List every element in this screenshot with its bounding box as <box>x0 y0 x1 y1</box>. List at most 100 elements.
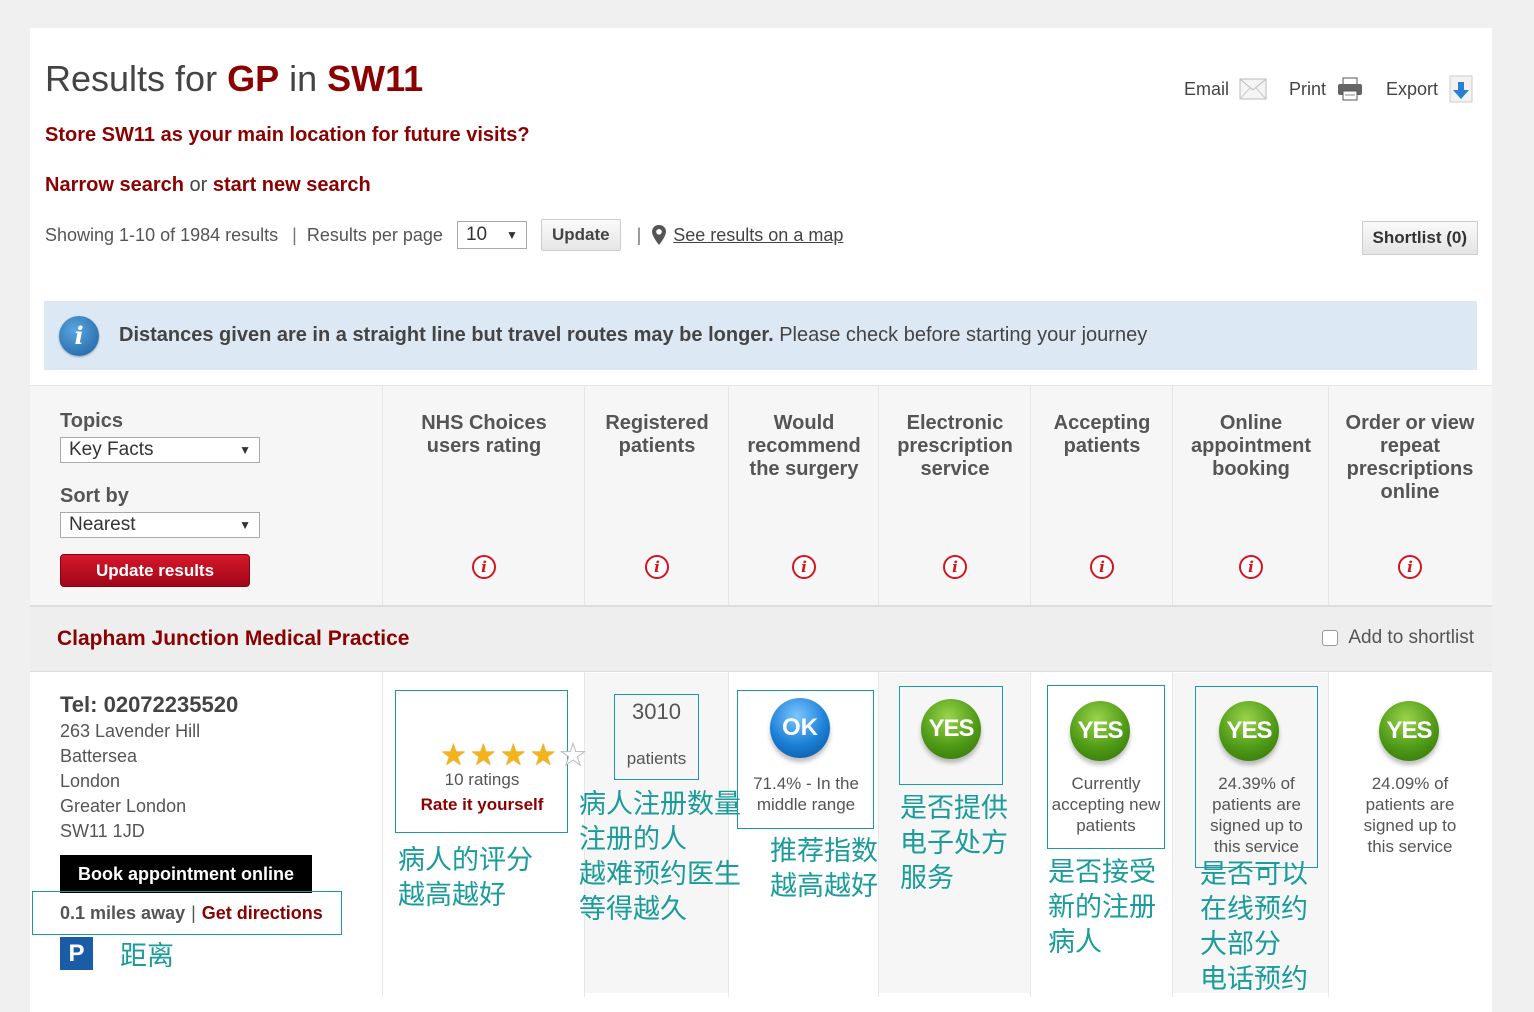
add-to-shortlist-label: Add to shortlist <box>1348 627 1474 648</box>
results-count: Showing 1-10 of 1984 results <box>45 224 279 245</box>
practice-address: Tel: 02072235520 263 Lavender Hill Batte… <box>60 692 238 844</box>
shortlist-checkbox[interactable] <box>1322 630 1339 646</box>
print-button[interactable]: Print <box>1289 76 1364 102</box>
topics-label: Topics <box>60 410 123 432</box>
result-header: Clapham Junction Medical Practice Add to… <box>30 605 1492 672</box>
store-location-link[interactable]: Store SW11 as your main location for fut… <box>45 124 530 147</box>
map-link[interactable]: See results on a map <box>673 225 843 246</box>
star-icon: ★ <box>440 739 467 772</box>
star-icon: ★ <box>499 739 527 772</box>
column-header-rating: NHS Choices users rating <box>421 412 547 457</box>
annotation-online: 是否可以 在线预约 大部分 电话预约 <box>1200 857 1308 997</box>
topics-select[interactable]: Key Facts ▼ <box>60 437 260 463</box>
column-header-online-booking: Online appointment booking <box>1191 412 1311 480</box>
column-header-registered: Registered patients <box>605 412 709 457</box>
repeat-prescriptions-text: 24.09% of patients are signed up to this… <box>1363 774 1457 856</box>
rate-it-yourself-link[interactable]: Rate it yourself <box>402 794 562 815</box>
per-page-label: Results per page <box>306 224 443 245</box>
annotation-line: 病人 <box>1048 927 1102 958</box>
ratings-count: 10 ratings <box>444 770 520 789</box>
start-new-search-link[interactable]: start new search <box>213 174 371 196</box>
annotation-line: 越难预约医生 <box>579 859 741 890</box>
column-header-repeat-prescriptions: Order or view repeat prescriptions onlin… <box>1345 412 1475 503</box>
annotation-line: 推荐指数 <box>770 836 878 867</box>
column-divider <box>382 385 383 997</box>
info-icon[interactable]: i <box>1090 555 1114 579</box>
star-icon: ★ <box>559 739 587 772</box>
update-button[interactable]: Update <box>540 219 621 251</box>
info-icon[interactable]: i <box>943 555 967 579</box>
star-icon: ★ <box>469 739 497 772</box>
download-icon <box>1449 75 1473 103</box>
shortlist-button[interactable]: Shortlist (0) <box>1361 221 1478 255</box>
annotation-line: 病人的评分 <box>398 845 533 876</box>
address-line: London <box>60 771 121 791</box>
narrow-search-link[interactable]: Narrow search <box>45 174 184 196</box>
column-divider <box>1030 385 1031 997</box>
annotation-line: 是否提供 <box>900 793 1008 824</box>
annotation-line: 大部分 <box>1200 929 1281 960</box>
results-page: Results for GP in SW11 Store SW11 as you… <box>30 28 1492 1012</box>
patients-count: 3010 <box>632 699 681 724</box>
phone-number[interactable]: Tel: 02072235520 <box>60 692 238 717</box>
title-in: in <box>289 58 318 99</box>
title-prefix: Results for <box>45 58 218 99</box>
info-icon[interactable]: i <box>645 555 669 579</box>
info-icon[interactable]: i <box>1239 555 1263 579</box>
email-label: Email <box>1183 78 1229 99</box>
per-page-value: 10 <box>465 224 488 245</box>
address-line: Battersea <box>60 746 138 766</box>
add-to-shortlist[interactable]: Add to shortlist <box>1322 627 1474 649</box>
info-icon[interactable]: i <box>1398 555 1422 579</box>
info-icon[interactable]: i <box>472 555 496 579</box>
star-rating: ★ ★ ★ ★ ★ <box>440 739 587 772</box>
topics-value: Key Facts <box>69 439 154 460</box>
annotation-line: 新的注册 <box>1048 892 1156 923</box>
annotation-eps: 是否提供 电子处方 服务 <box>900 791 1008 896</box>
per-page-select[interactable]: 10 ▼ <box>456 221 527 249</box>
yes-badge-icon: YES <box>1070 701 1130 761</box>
annotation-line: 病人注册数量 <box>579 789 741 820</box>
distance-row: 0.1 miles away | Get directions <box>32 891 342 935</box>
results-controls: Showing 1-10 of 1984 results | Results p… <box>45 218 843 252</box>
export-button[interactable]: Export <box>1386 74 1474 104</box>
annotation-registered: 病人注册数量 注册的人 越难预约医生 等得越久 <box>579 787 741 927</box>
column-header-recommend: Would recommend the surgery <box>747 412 861 480</box>
annotation-line: 是否接受 <box>1048 857 1156 888</box>
info-icon: i <box>59 315 99 356</box>
address-line: 263 Lavender Hill <box>60 721 201 741</box>
annotation-distance: 距离 <box>120 941 174 972</box>
online-booking-text: 24.39% of patients are signed up to this… <box>1210 774 1303 856</box>
column-header-accepting: Accepting patients <box>1053 412 1151 457</box>
info-icon[interactable]: i <box>792 555 816 579</box>
sort-value: Nearest <box>69 514 136 535</box>
sort-label: Sort by <box>60 485 129 507</box>
yes-badge-icon: YES <box>921 699 981 759</box>
email-button[interactable]: Email <box>1184 76 1267 102</box>
annotation-recommend: 推荐指数 越高越好 <box>770 834 878 904</box>
annotation-line: 等得越久 <box>579 894 687 925</box>
chevron-down-icon: ▼ <box>239 518 251 532</box>
book-appointment-button[interactable]: Book appointment online <box>60 855 312 893</box>
annotation-line: 电子处方 <box>900 828 1008 859</box>
annotation-line: 电话预约 <box>1200 964 1308 995</box>
annotation-line: 注册的人 <box>579 824 687 855</box>
page-title: Results for GP in SW11 <box>45 58 423 100</box>
update-results-button[interactable]: Update results <box>60 554 250 587</box>
yes-badge-icon: YES <box>1219 701 1279 761</box>
column-divider <box>1328 385 1329 997</box>
distance-info-bar: i Distances given are in a straight line… <box>44 301 1477 370</box>
address-line: Greater London <box>60 796 187 816</box>
separator: | <box>292 224 297 245</box>
star-icon: ★ <box>529 739 557 772</box>
accepting-text: Currently accepting new patients <box>1051 774 1161 835</box>
annotation-line: 越高越好 <box>398 880 506 911</box>
yes-badge-icon: YES <box>1379 701 1439 761</box>
filter-panel: Topics Key Facts ▼ Sort by Nearest ▼ Upd… <box>60 410 270 587</box>
practice-name-link[interactable]: Clapham Junction Medical Practice <box>57 627 409 651</box>
info-bold-text: Distances given are in a straight line b… <box>119 324 774 346</box>
printer-icon <box>1337 77 1362 101</box>
sort-select[interactable]: Nearest ▼ <box>60 512 260 538</box>
get-directions-link[interactable]: Get directions <box>202 903 323 924</box>
title-location: SW11 <box>327 58 424 99</box>
